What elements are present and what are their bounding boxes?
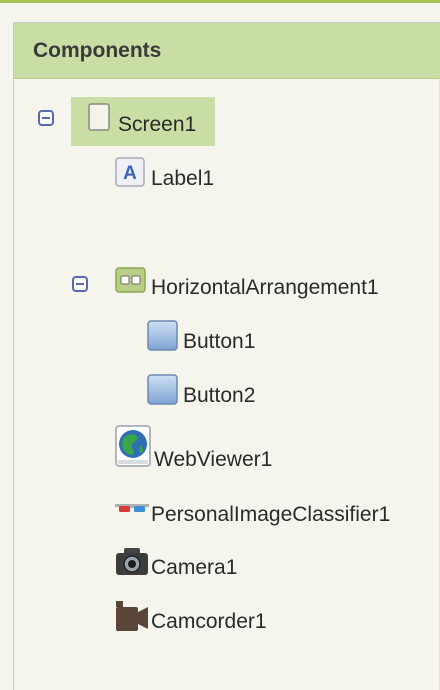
top-accent-strip: [0, 0, 440, 18]
panel-header: Components: [14, 23, 440, 79]
tree-item-label: Screen1: [118, 113, 197, 136]
button-icon: [147, 320, 178, 356]
globe-icon: [115, 425, 151, 472]
panel-title: Components: [33, 38, 162, 62]
collapse-horizontal-toggle[interactable]: [72, 276, 88, 292]
components-tree: Screen1 A Label1 HorizontalArrangement1: [14, 79, 440, 690]
tree-item-horizontalarrangement1[interactable]: HorizontalArrangement1: [151, 276, 379, 300]
svg-text:A: A: [123, 163, 137, 184]
tree-item-camcorder1[interactable]: Camcorder1: [151, 610, 267, 634]
components-panel: Components Screen1 A Label1 HorizontalAr…: [13, 22, 440, 690]
button-icon: [147, 374, 178, 410]
screen-icon: [88, 103, 110, 136]
tree-item-webviewer1[interactable]: WebViewer1: [154, 448, 272, 472]
label-a-icon: A: [115, 157, 145, 192]
tree-item-button1[interactable]: Button1: [183, 330, 255, 354]
tree-item-label1[interactable]: Label1: [151, 167, 214, 191]
collapse-screen-toggle[interactable]: [38, 110, 54, 126]
tree-item-personalimageclassifier1[interactable]: PersonalImageClassifier1: [151, 503, 390, 527]
camera-icon: [115, 547, 149, 582]
tree-item-button2[interactable]: Button2: [183, 384, 255, 408]
camcorder-icon: [115, 600, 149, 637]
tree-item-camera1[interactable]: Camera1: [151, 556, 237, 580]
glasses-icon: [115, 503, 149, 522]
horizontal-arrangement-icon: [115, 267, 146, 298]
